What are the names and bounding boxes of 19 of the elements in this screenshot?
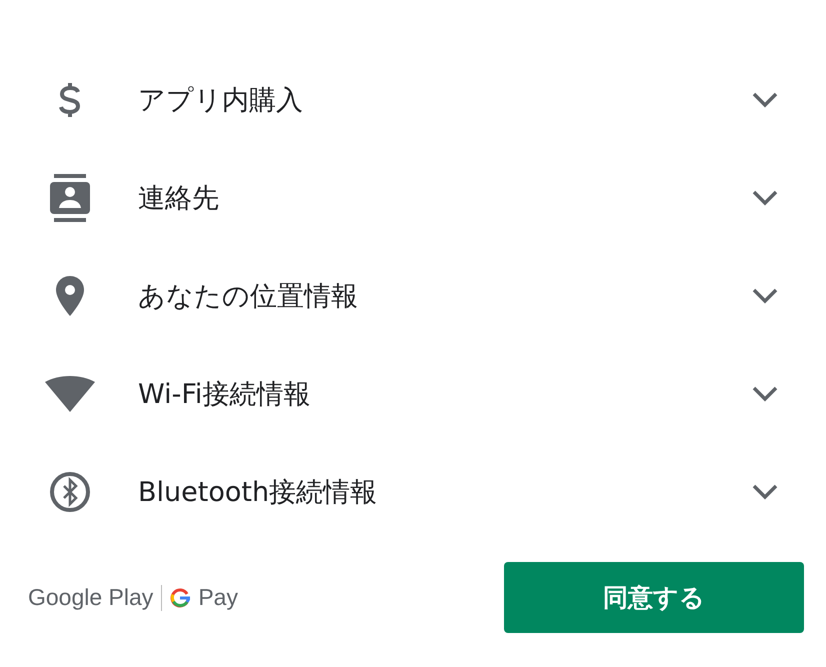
chevron-icon[interactable] bbox=[752, 92, 778, 108]
permission-label: 連絡先 bbox=[138, 182, 220, 216]
wifi-icon bbox=[45, 376, 95, 412]
agree-button[interactable]: 同意する bbox=[504, 562, 804, 633]
chevron-icon[interactable] bbox=[752, 288, 778, 304]
permission-label: Bluetooth接続情報 bbox=[138, 476, 378, 510]
permission-label: あなたの位置情報 bbox=[138, 280, 359, 314]
bluetooth-icon bbox=[49, 471, 91, 513]
contact-card-icon bbox=[50, 174, 90, 222]
permission-label: Wi-Fi接続情報 bbox=[138, 378, 312, 412]
dollar-icon bbox=[57, 81, 83, 119]
permission-label: アプリ内購入 bbox=[138, 84, 304, 118]
g-logo-icon bbox=[170, 588, 190, 608]
chevron-icon[interactable] bbox=[752, 484, 778, 500]
location-pin-icon bbox=[55, 276, 85, 316]
chevron-icon[interactable] bbox=[752, 190, 778, 206]
chevron-icon[interactable] bbox=[752, 386, 778, 402]
pay-text: Pay bbox=[198, 584, 238, 611]
brand-text: Google Play bbox=[28, 584, 154, 611]
